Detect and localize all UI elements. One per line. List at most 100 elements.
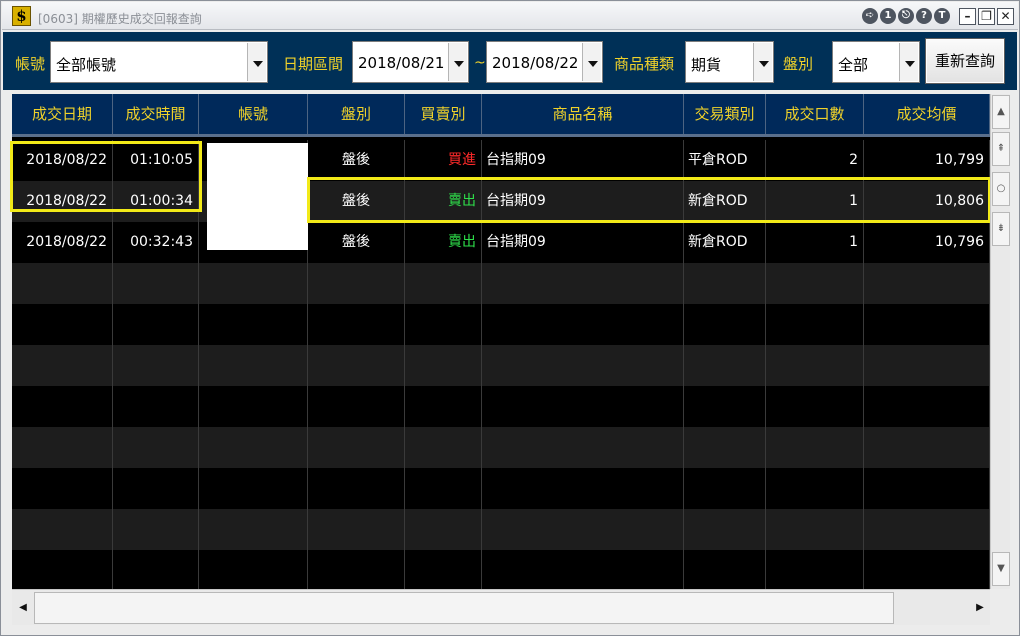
cell-trade-qty [766, 345, 864, 386]
cell-buy-sell [405, 550, 482, 589]
column-header-account[interactable]: 帳號 [199, 94, 308, 134]
title-bar[interactable]: $ [0603] 期權歷史成交回報查詢 ➪ 1 ⎋ ? T – ❐ ✕ [2, 2, 1018, 30]
cell-buy-sell [405, 386, 482, 427]
table-row[interactable] [12, 345, 990, 386]
minimize-button[interactable]: – [959, 8, 976, 25]
cell-account [199, 304, 308, 345]
table-header: 成交日期 成交時間 帳號 盤別 買賣別 商品名稱 交易類別 成交口數 成交均價 [12, 94, 990, 137]
cell-product-name: 台指期09 [482, 222, 684, 263]
table-row[interactable] [12, 468, 990, 509]
date-to-picker[interactable]: 2018/08/22 [486, 41, 603, 83]
scroll-center-icon[interactable]: ○ [992, 172, 1010, 206]
cell-trade-date [12, 263, 113, 304]
cell-buy-sell [405, 345, 482, 386]
cell-trade-time [113, 386, 199, 427]
cell-trade-qty [766, 386, 864, 427]
table-row[interactable] [12, 550, 990, 589]
cell-session [308, 304, 405, 345]
column-header-trade-time[interactable]: 成交時間 [113, 94, 199, 134]
scroll-up-icon[interactable]: ▲ [992, 95, 1010, 129]
cell-avg-price [864, 263, 990, 304]
cell-session [308, 345, 405, 386]
account-select[interactable]: 全部帳號 [50, 41, 268, 83]
cell-trade-time [113, 550, 199, 589]
cell-avg-price [864, 427, 990, 468]
product-type-select[interactable]: 期貨 [685, 41, 774, 83]
one-icon[interactable]: 1 [880, 8, 896, 24]
cell-trade-qty [766, 304, 864, 345]
scroll-right-icon[interactable]: ▶ [970, 591, 990, 625]
table-row[interactable] [12, 509, 990, 550]
column-header-trade-qty[interactable]: 成交口數 [766, 94, 864, 134]
cell-trade-qty [766, 468, 864, 509]
scroll-down-icon[interactable]: ▼ [992, 552, 1010, 586]
column-header-buy-sell[interactable]: 買賣別 [405, 94, 482, 134]
date-to-value: 2018/08/22 [492, 54, 579, 72]
close-button[interactable]: ✕ [997, 8, 1014, 25]
requery-button[interactable]: 重新查詢 [925, 38, 1005, 84]
vertical-scrollbar[interactable]: ▲ ⇞ ○ ⇟ ▼ [990, 94, 1010, 589]
scroll-page-down-icon[interactable]: ⇟ [992, 212, 1010, 246]
horizontal-scrollbar[interactable]: ◀ ▶ [12, 589, 990, 625]
cell-avg-price [864, 509, 990, 550]
cell-trade-type: 新倉ROD [684, 222, 766, 263]
export-icon[interactable]: ⎋ [898, 8, 914, 24]
cell-trade-time [113, 263, 199, 304]
cell-trade-qty [766, 550, 864, 589]
cell-session: 盤後 [308, 140, 405, 181]
scroll-page-up-icon[interactable]: ⇞ [992, 132, 1010, 166]
session-value: 全部 [838, 56, 869, 74]
cell-session [308, 427, 405, 468]
date-from-picker[interactable]: 2018/08/21 [352, 41, 469, 83]
cell-account [199, 345, 308, 386]
chevron-down-icon[interactable] [899, 43, 918, 81]
chevron-down-icon[interactable] [753, 43, 772, 81]
table-row[interactable] [12, 386, 990, 427]
cell-buy-sell: 買進 [405, 140, 482, 181]
column-header-trade-type[interactable]: 交易類別 [684, 94, 766, 134]
topmost-icon[interactable]: T [934, 8, 950, 24]
table-row[interactable] [12, 304, 990, 345]
cell-product-name [482, 509, 684, 550]
date-range-label: 日期區間 [283, 55, 344, 73]
chevron-down-icon[interactable] [582, 43, 601, 81]
cell-account [199, 550, 308, 589]
horizontal-scroll-thumb[interactable] [34, 592, 894, 624]
cell-trade-time [113, 468, 199, 509]
cell-trade-date: 2018/08/22 [12, 222, 113, 263]
cell-avg-price [864, 345, 990, 386]
column-header-trade-date[interactable]: 成交日期 [12, 94, 113, 134]
link-icon[interactable]: ➪ [862, 8, 878, 24]
session-select[interactable]: 全部 [832, 41, 920, 83]
product-type-value: 期貨 [691, 56, 722, 74]
account-redaction [207, 143, 308, 250]
cell-avg-price [864, 550, 990, 589]
cell-trade-date [12, 345, 113, 386]
cell-session [308, 468, 405, 509]
cell-account [199, 427, 308, 468]
table-row[interactable]: 2018/08/22 00:32:43 盤後 賣出 台指期09 新倉ROD 1 10,796 [12, 222, 990, 263]
chevron-down-icon[interactable] [448, 43, 467, 81]
scroll-left-icon[interactable]: ◀ [13, 591, 33, 625]
restore-button[interactable]: ❐ [978, 8, 995, 25]
column-header-product-name[interactable]: 商品名稱 [482, 94, 684, 134]
chevron-down-icon[interactable] [247, 43, 266, 81]
window-title: [0603] 期權歷史成交回報查詢 [38, 12, 202, 26]
cell-session [308, 263, 405, 304]
cell-trade-date [12, 304, 113, 345]
help-icon[interactable]: ? [916, 8, 932, 24]
cell-trade-qty [766, 263, 864, 304]
cell-trade-qty [766, 509, 864, 550]
cell-trade-date [12, 550, 113, 589]
cell-trade-type [684, 263, 766, 304]
cell-session [308, 509, 405, 550]
cell-trade-date [12, 427, 113, 468]
table-row[interactable] [12, 263, 990, 304]
title-tool-buttons: ➪ 1 ⎋ ? T [862, 8, 950, 24]
table-row[interactable] [12, 427, 990, 468]
cell-trade-qty: 2 [766, 140, 864, 181]
cell-trade-date [12, 509, 113, 550]
column-header-session[interactable]: 盤別 [308, 94, 405, 134]
column-header-avg-price[interactable]: 成交均價 [864, 94, 990, 134]
product-type-label: 商品種類 [614, 55, 675, 73]
